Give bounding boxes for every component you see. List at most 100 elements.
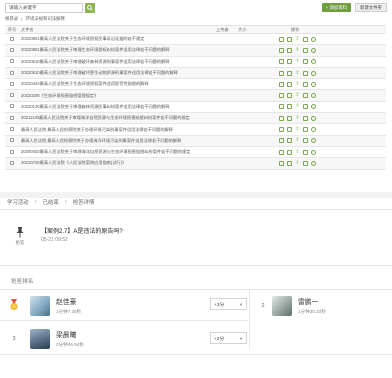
file-name[interactable]: 20220422最高人民法院关于生态环境侵权案件适用惩罚性赔偿的解释	[19, 81, 216, 87]
file-name[interactable]: 20220510最高人民法院关于审理破坏野生动物资源刑事案件适用法律若干问题的解…	[19, 70, 216, 76]
upload-icon[interactable]: ⇧	[295, 138, 300, 143]
row-checkbox[interactable]	[10, 160, 14, 165]
download-icon[interactable]	[311, 149, 316, 155]
row-checkbox[interactable]	[10, 36, 14, 41]
folder-icon[interactable]	[287, 93, 292, 99]
row-checkbox[interactable]	[10, 59, 14, 64]
file-name[interactable]: 20210720最高人民法院《人民法院案例应用指南(试行)》	[19, 160, 216, 166]
file-name[interactable]: 20220801最高人民法院关于审理生态环境侵权纠纷案件适用法律若干问题的解释	[19, 47, 216, 53]
file-name[interactable]: 20200403最高人民法院关于审理海洋自然资源与生态环境损害赔偿纠纷案件若干问…	[19, 149, 216, 155]
new-folder-button[interactable]: 新建文件夹	[355, 3, 387, 12]
table-row: 20220422最高人民法院关于生态环境侵权案件适用惩罚性赔偿的解释 ⇧	[5, 79, 386, 91]
folder-icon[interactable]	[287, 138, 292, 144]
score-select[interactable]: +2分 ▼	[210, 332, 247, 344]
answer-time: 2分钟46.94秒	[56, 342, 84, 347]
upload-icon[interactable]: ⇧	[295, 70, 300, 76]
file-name[interactable]: 20220510最高人民法院关于审理破坏森林资源刑事案件适用法律若干问题的解释	[19, 59, 216, 65]
row-checkbox[interactable]	[10, 138, 14, 143]
folder-icon[interactable]	[287, 127, 292, 133]
row-checkbox[interactable]	[10, 81, 14, 86]
download-icon[interactable]	[311, 138, 316, 144]
edit-icon[interactable]	[279, 149, 284, 155]
upload-icon[interactable]: ⇧	[295, 47, 300, 53]
upload-icon[interactable]: ⇧	[295, 59, 300, 64]
file-name[interactable]: 20220208《生态环境损害赔偿管理规定》	[19, 93, 216, 99]
file-name[interactable]: 最高人民法院 最高人民检察院关于办理海洋环境污染刑事案件适用法律若干问题的解释	[19, 138, 216, 144]
folder-icon[interactable]	[287, 47, 292, 53]
search-button[interactable]	[85, 2, 95, 13]
delete-icon[interactable]	[303, 115, 308, 121]
folder-icon[interactable]	[287, 160, 292, 166]
download-icon[interactable]	[311, 36, 316, 42]
folder-icon[interactable]	[287, 115, 292, 121]
download-icon[interactable]	[311, 81, 316, 87]
download-icon[interactable]	[311, 127, 316, 133]
crumb-learning-activities[interactable]: 学习活动	[7, 198, 29, 206]
upload-icon[interactable]: ⇧	[295, 115, 300, 121]
download-icon[interactable]	[311, 115, 316, 121]
upload-icon[interactable]: ⇧	[295, 127, 300, 132]
edit-icon[interactable]	[279, 138, 284, 144]
row-checkbox[interactable]	[10, 70, 14, 75]
download-icon[interactable]	[311, 47, 316, 53]
rank-number	[4, 298, 24, 313]
delete-icon[interactable]	[303, 47, 308, 53]
edit-icon[interactable]	[279, 127, 284, 133]
row-checkbox[interactable]	[10, 47, 14, 52]
file-name[interactable]: 20220120最高人民法院关于审理森林资源民事纠纷案件适用法律若干问题的解释	[19, 104, 216, 110]
folder-icon[interactable]	[287, 36, 292, 42]
edit-icon[interactable]	[279, 81, 284, 87]
upload-icon[interactable]: ⇧	[295, 81, 300, 87]
folder-icon[interactable]	[287, 81, 292, 87]
file-name[interactable]: 最高人民法院 最高人民检察院关于办理环境污染刑事案件适用法律若干问题的解释	[19, 127, 216, 133]
folder-icon[interactable]	[287, 104, 292, 110]
edit-icon[interactable]	[279, 70, 284, 76]
delete-icon[interactable]	[303, 104, 308, 110]
upload-icon[interactable]: ⇧	[295, 160, 300, 166]
delete-icon[interactable]	[303, 81, 308, 87]
edit-icon[interactable]	[279, 115, 284, 121]
folder-icon[interactable]	[287, 59, 292, 65]
edit-icon[interactable]	[279, 93, 284, 99]
row-checkbox[interactable]	[10, 127, 14, 132]
edit-icon[interactable]	[279, 36, 284, 42]
download-icon[interactable]	[311, 70, 316, 76]
search-input[interactable]: 请输入关键字	[5, 2, 83, 13]
upload-icon[interactable]: ⇧	[295, 93, 300, 98]
score-select[interactable]: +3分 ▼	[210, 298, 247, 310]
file-name[interactable]: 20211130最高人民法院关于审理海洋自然资源与生态环境损害赔偿纠纷案件若干问…	[19, 115, 216, 121]
row-checkbox[interactable]	[10, 149, 14, 154]
folder-icon[interactable]	[287, 70, 292, 76]
file-name[interactable]: 20220801最高人民法院关于生态环境侵权民事诉讼证据的若干规定	[19, 36, 216, 42]
download-icon[interactable]	[311, 104, 316, 110]
delete-icon[interactable]	[303, 59, 308, 65]
delete-icon[interactable]	[303, 149, 308, 155]
delete-icon[interactable]	[303, 93, 308, 99]
edit-icon[interactable]	[279, 47, 284, 53]
download-icon[interactable]	[311, 93, 316, 99]
delete-icon[interactable]	[303, 36, 308, 42]
row-checkbox[interactable]	[10, 104, 14, 109]
row-checkbox[interactable]	[10, 93, 14, 98]
delete-icon[interactable]	[303, 70, 308, 76]
edit-icon[interactable]	[279, 160, 284, 166]
download-icon[interactable]	[311, 59, 316, 65]
download-icon[interactable]	[311, 160, 316, 166]
edit-icon[interactable]	[279, 104, 284, 110]
delete-icon[interactable]	[303, 160, 308, 166]
upload-icon[interactable]: ⇧	[295, 104, 300, 109]
table-row: 20220208《生态环境损害赔偿管理规定》 ⇧	[5, 90, 386, 102]
delete-icon[interactable]	[303, 138, 308, 144]
delete-icon[interactable]	[303, 127, 308, 133]
add-material-button[interactable]: + 添加资料	[321, 3, 352, 12]
upload-icon[interactable]: ⇧	[295, 36, 300, 42]
upload-icon[interactable]: ⇧	[295, 149, 300, 155]
crumb-ended[interactable]: 已结束	[43, 198, 59, 206]
avatar	[30, 295, 50, 316]
edit-icon[interactable]	[279, 59, 284, 65]
participant-name: 雷鹏一	[298, 299, 319, 306]
rank-number: 2	[261, 302, 265, 309]
folder-icon[interactable]	[287, 149, 292, 155]
breadcrumb-root[interactable]: 根目录	[5, 16, 18, 22]
row-checkbox[interactable]	[10, 115, 14, 120]
